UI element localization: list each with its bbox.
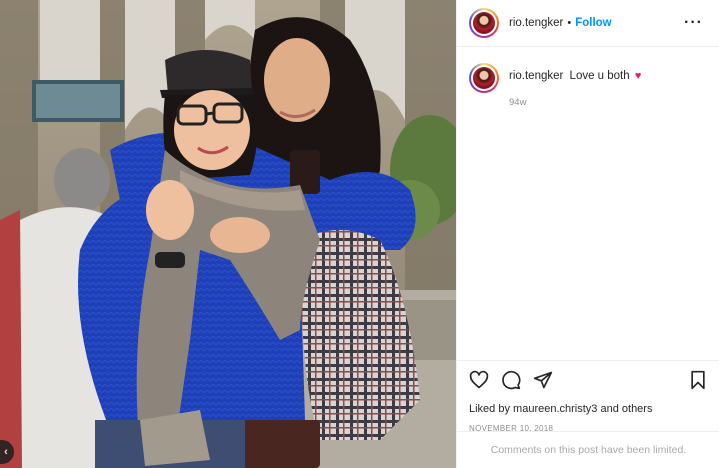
chevron-left-icon: ‹ (4, 446, 8, 458)
bookmark-icon[interactable] (688, 370, 708, 390)
post-actions: Liked by maureen.christy3 and others NOV… (457, 360, 719, 433)
header-dot-separator: • (567, 17, 572, 29)
heart-emoji-icon: ♥ (634, 70, 642, 82)
comment-icon[interactable] (501, 370, 521, 390)
more-icon[interactable]: ··· (684, 15, 703, 31)
liked-by-suffix[interactable]: and others (600, 403, 652, 415)
avatar-ring (471, 10, 497, 36)
caption-avatar-ring (471, 65, 497, 91)
follow-button[interactable]: Follow (575, 17, 611, 29)
caption-username[interactable]: rio.tengker (509, 70, 563, 82)
avatar-image (473, 12, 495, 34)
post-sidebar: rio.tengker • Follow ··· rio.tengker Lov… (456, 0, 719, 468)
post-photo[interactable]: ‹ (0, 0, 456, 468)
photo-image (0, 0, 456, 468)
comments-limited-text: Comments on this post have been limited. (490, 444, 687, 456)
caption-age[interactable]: 94w (509, 97, 641, 108)
liked-by-prefix: Liked by (469, 403, 510, 415)
avatar[interactable] (469, 8, 499, 38)
action-icons (469, 369, 708, 391)
post-header: rio.tengker • Follow ··· (457, 0, 719, 47)
heart-icon[interactable] (469, 370, 489, 390)
post-username[interactable]: rio.tengker (509, 17, 563, 29)
caption-avatar[interactable] (469, 63, 499, 93)
caption-avatar-image (473, 67, 495, 89)
caption-body: rio.tengker Love u both ♥ 94w (509, 63, 641, 108)
comments-limited-notice: Comments on this post have been limited. (457, 431, 719, 468)
caption: rio.tengker Love u both ♥ 94w (457, 47, 719, 108)
caption-line: rio.tengker Love u both ♥ (509, 69, 641, 83)
liked-by: Liked by maureen.christy3 and others (469, 403, 708, 415)
share-icon[interactable] (533, 370, 553, 390)
liked-by-user[interactable]: maureen.christy3 (513, 403, 597, 415)
caption-text: Love u both (569, 70, 630, 82)
